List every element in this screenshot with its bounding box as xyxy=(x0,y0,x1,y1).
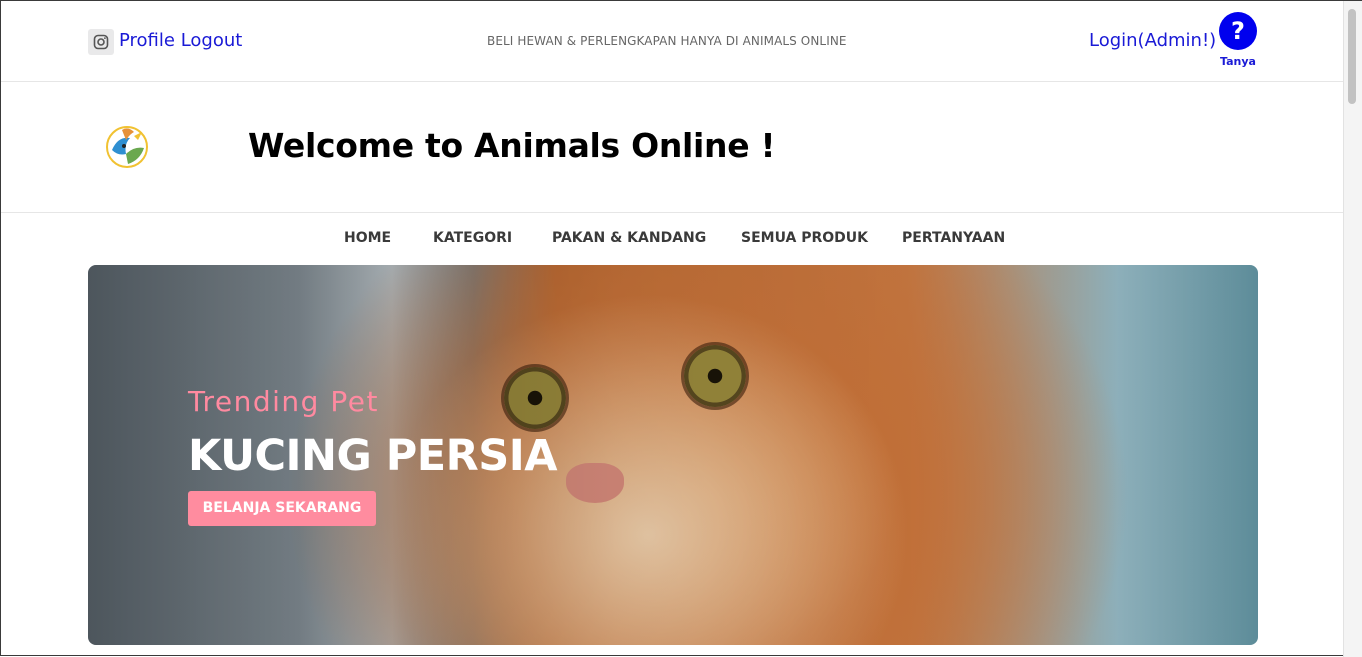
nav-item-pakan-kandang[interactable]: PAKAN & KANDANG xyxy=(552,230,706,246)
shop-now-button[interactable]: BELANJA SEKARANG xyxy=(188,491,376,526)
profile-link[interactable]: Profile xyxy=(119,30,175,51)
nav-item-pertanyaan[interactable]: PERTANYAAN xyxy=(902,230,1005,246)
help-icon[interactable]: ? xyxy=(1219,12,1257,50)
top-bar: Profile Logout BELI HEWAN & PERLENGKAPAN… xyxy=(1,1,1343,82)
logout-link[interactable]: Logout xyxy=(181,30,243,51)
tagline: BELI HEWAN & PERLENGKAPAN HANYA DI ANIMA… xyxy=(487,34,847,48)
nav-item-home[interactable]: HOME xyxy=(344,230,391,246)
hero-eyebrow: Trending Pet xyxy=(188,385,379,418)
brand-logo[interactable] xyxy=(104,124,152,174)
nav-item-kategori[interactable]: KATEGORI xyxy=(433,230,512,246)
hero-title: KUCING PERSIA xyxy=(188,431,558,481)
hero-banner: Trending Pet KUCING PERSIA BELANJA SEKAR… xyxy=(88,265,1258,645)
admin-login-link[interactable]: Login(Admin!) xyxy=(1089,30,1216,51)
vertical-scrollbar[interactable] xyxy=(1343,1,1362,657)
nav-item-semua-produk[interactable]: SEMUA PRODUK xyxy=(741,230,868,246)
instagram-icon[interactable] xyxy=(88,29,114,55)
site-header: Welcome to Animals Online ! xyxy=(1,82,1343,213)
account-links: Profile Logout xyxy=(119,30,242,51)
scrollbar-thumb[interactable] xyxy=(1348,9,1356,104)
main-nav: HOME KATEGORI PAKAN & KANDANG SEMUA PROD… xyxy=(1,213,1343,265)
help-label[interactable]: Tanya xyxy=(1213,55,1263,68)
page-title: Welcome to Animals Online ! xyxy=(248,126,776,165)
